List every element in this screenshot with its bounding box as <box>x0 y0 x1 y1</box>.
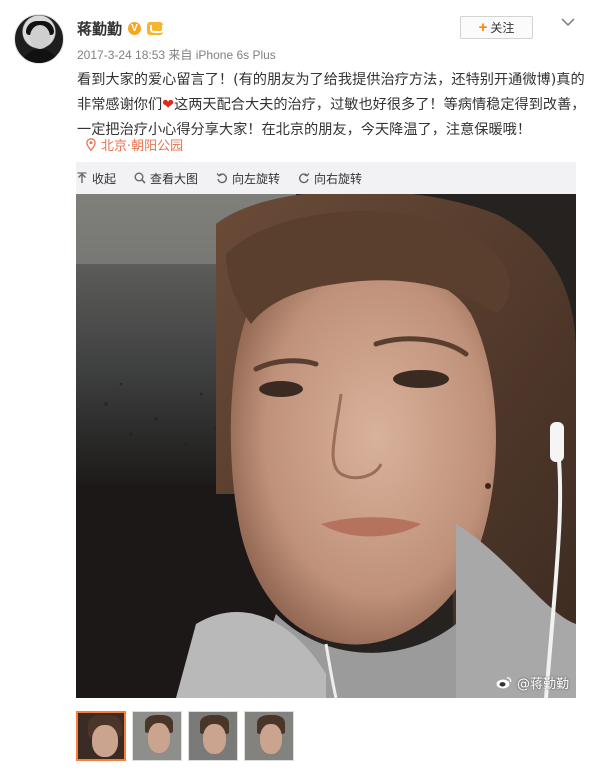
rotate-left-button[interactable]: 向左旋转 <box>216 170 280 187</box>
watermark-label: @蒋勤勤 <box>516 677 569 692</box>
image-toolbar: 收起 查看大图 向左旋转 向右旋转 <box>76 162 576 194</box>
avatar-face <box>30 25 50 49</box>
verified-icon: V <box>128 22 142 35</box>
thumbnail-4[interactable] <box>244 711 294 761</box>
user-name[interactable]: 蒋勤勤 <box>77 18 122 39</box>
heart-icon: ❤ <box>162 97 175 113</box>
selfie-illustration <box>76 194 576 698</box>
location-link[interactable]: 北京·朝阳公园 <box>86 135 183 154</box>
rotate-right-label: 向右旋转 <box>314 171 363 186</box>
thumbnail-face <box>203 724 226 754</box>
collapse-button[interactable]: 收起 <box>76 170 116 187</box>
follow-label: 关注 <box>490 21 515 35</box>
thumbnail-strip <box>76 711 294 761</box>
vip-crown-icon <box>147 22 165 35</box>
rotate-left-label: 向左旋转 <box>232 171 281 186</box>
weibo-logo-icon <box>496 676 512 689</box>
location-label: 北京·朝阳公园 <box>101 139 184 154</box>
thumbnail-3[interactable] <box>188 711 238 761</box>
post-meta: 2017-3-24 18:53 来自 iPhone 6s Plus <box>77 46 276 63</box>
thumbnail-face <box>260 724 282 754</box>
rotate-right-button[interactable]: 向右旋转 <box>298 170 362 187</box>
collapse-label: 收起 <box>92 171 117 186</box>
rotate-left-icon <box>216 173 228 184</box>
photo-watermark: @蒋勤勤 <box>496 673 569 692</box>
user-header: 蒋勤勤 V <box>77 18 165 39</box>
magnify-icon <box>134 172 146 184</box>
avatar-body <box>21 49 59 63</box>
user-avatar[interactable] <box>14 14 64 64</box>
thumbnail-1[interactable] <box>76 711 126 761</box>
post-timestamp[interactable]: 2017-3-24 18:53 <box>77 48 165 62</box>
chevron-down-icon[interactable] <box>560 16 576 28</box>
thumbnail-face <box>92 725 118 757</box>
view-large-button[interactable]: 查看大图 <box>134 170 198 187</box>
post-source: 来自 iPhone 6s Plus <box>168 48 276 62</box>
follow-button[interactable]: + 关注 <box>460 16 533 39</box>
thumbnail-2[interactable] <box>132 711 182 761</box>
view-large-label: 查看大图 <box>150 171 199 186</box>
location-pin-icon <box>86 138 96 151</box>
post-text: 看到大家的爱心留言了！(有的朋友为了给我提供治疗方法，还特别开通微博)真的非常感… <box>77 68 587 143</box>
rotate-right-icon <box>299 173 310 184</box>
collapse-icon <box>77 172 87 183</box>
post-photo[interactable]: @蒋勤勤 <box>76 194 576 698</box>
plus-icon: + <box>478 19 488 36</box>
thumbnail-face <box>148 723 170 753</box>
